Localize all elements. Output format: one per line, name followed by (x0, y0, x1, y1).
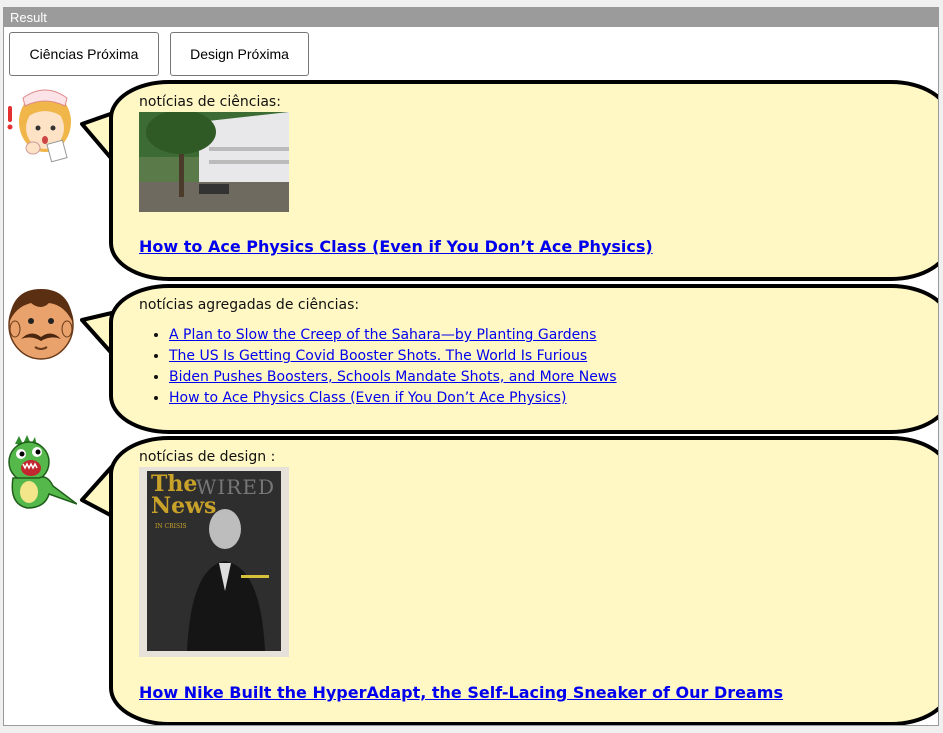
aggregated-article-link[interactable]: Biden Pushes Boosters, Schools Mandate S… (169, 369, 617, 385)
science-article-link[interactable]: How to Ace Physics Class (Even if You Do… (139, 237, 653, 256)
aggregated-news-list: A Plan to Slow the Creep of the Sahara—b… (139, 325, 617, 409)
design-news-content: notícias de design : WIRED The News IN C… (139, 449, 783, 702)
nurse-avatar-icon (7, 89, 71, 163)
list-item: A Plan to Slow the Creep of the Sahara—b… (169, 325, 617, 346)
aggregated-article-link[interactable]: A Plan to Slow the Creep of the Sahara—b… (169, 327, 596, 343)
magazine-cover-title: The News (151, 471, 217, 519)
aggregated-news-heading: notícias agregadas de ciências: (139, 297, 360, 313)
aggregated-article-link[interactable]: The US Is Getting Covid Booster Shots. T… (169, 348, 587, 364)
science-article-image[interactable] (139, 112, 289, 212)
aggregated-article-link[interactable]: How to Ace Physics Class (Even if You Do… (169, 390, 566, 406)
aggregated-news-content: notícias agregadas de ciências: A Plan t… (139, 297, 617, 409)
design-article-link[interactable]: How Nike Built the HyperAdapt, the Self-… (139, 683, 783, 702)
panel-title: Result (4, 8, 938, 27)
mustache-man-avatar-icon (8, 289, 74, 360)
magazine-cover-subtitle: IN CRISIS (155, 523, 187, 530)
design-next-button[interactable]: Design Próxima (170, 32, 309, 76)
science-news-content: notícias de ciências: How to Ace Physics… (139, 94, 653, 256)
magazine-cover: WIRED The News IN CRISIS (147, 471, 281, 651)
science-news-heading: notícias de ciências: (139, 94, 281, 110)
science-next-button[interactable]: Ciências Próxima (9, 32, 159, 76)
design-article-image[interactable]: WIRED The News IN CRISIS (139, 467, 289, 657)
design-news-heading: notícias de design : (139, 449, 276, 465)
result-panel: Result Ciências Próxima Design Próxima n… (3, 7, 939, 726)
dinosaur-avatar-icon (8, 435, 77, 509)
list-item: The US Is Getting Covid Booster Shots. T… (169, 346, 617, 367)
list-item: How to Ace Physics Class (Even if You Do… (169, 388, 617, 409)
cover-accent-bar (241, 575, 269, 578)
list-item: Biden Pushes Boosters, Schools Mandate S… (169, 367, 617, 388)
